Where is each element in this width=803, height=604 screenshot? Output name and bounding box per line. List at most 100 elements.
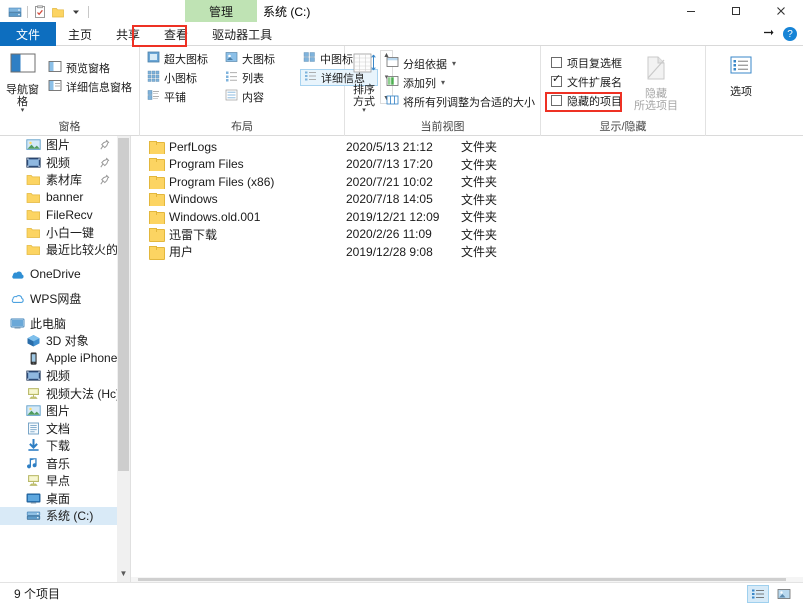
pin-icon[interactable] — [100, 139, 110, 153]
ribbon-group-panes-label: 窗格 — [0, 120, 139, 136]
folder-icon — [149, 176, 163, 188]
pin-icon[interactable] — [100, 157, 110, 171]
properties-icon[interactable] — [31, 3, 49, 20]
customize-qat-caret-icon[interactable] — [67, 3, 85, 20]
table-row[interactable]: Program Files (x86)2020/7/21 10:02文件夹 — [131, 173, 803, 191]
nav-recent-hot[interactable]: 最近比较火的ipl — [0, 241, 118, 259]
details-pane-button[interactable]: 详细信息窗格 — [45, 78, 135, 95]
layout-small-icons[interactable]: 小图标 — [144, 69, 222, 86]
close-button[interactable] — [758, 0, 803, 22]
layout-extra-large-icons[interactable]: 超大图标 — [144, 50, 222, 67]
item-checkboxes-option[interactable]: 项目复选框 — [551, 54, 622, 71]
layout-content[interactable]: 内容 — [222, 88, 300, 105]
help-icon[interactable]: ? — [783, 27, 797, 41]
tab-file[interactable]: 文件 — [0, 22, 56, 46]
table-row[interactable]: Windows.old.0012019/12/21 12:09文件夹 — [131, 208, 803, 226]
preview-pane-button[interactable]: 预览窗格 — [45, 59, 135, 76]
list-icon — [225, 70, 238, 85]
table-row[interactable]: 迅雷下载2020/2/26 11:09文件夹 — [131, 226, 803, 244]
folder-icon — [26, 208, 41, 221]
file-date-cell: 2020/5/13 21:12 — [346, 140, 461, 154]
ribbon-group-options: 选项 — [706, 46, 776, 136]
nav-desktop[interactable]: 桌面 — [0, 490, 118, 508]
drive-icon[interactable] — [6, 3, 24, 20]
navigation-pane-icon — [8, 52, 38, 81]
nav-pictures[interactable]: 图片 — [0, 402, 118, 420]
nav-system-c[interactable]: 系统 (C:) — [0, 507, 118, 525]
layout-large-icons[interactable]: 大图标 — [222, 50, 300, 67]
layout-gallery-col-2: 大图标 列表 内容 — [222, 50, 300, 105]
nav-pictures-quick[interactable]: 图片 — [0, 136, 118, 154]
layout-list[interactable]: 列表 — [222, 69, 300, 86]
maximize-button[interactable] — [713, 0, 758, 22]
group-by-button[interactable]: 分组依据 ▾ — [383, 55, 538, 72]
add-columns-button[interactable]: 添加列 ▾ — [383, 74, 538, 91]
group-by-icon — [386, 56, 399, 71]
nav-material-library[interactable]: 素材库 — [0, 171, 118, 189]
nav-music[interactable]: 音乐 — [0, 455, 118, 473]
nav-filerecv[interactable]: FileRecv — [0, 206, 118, 224]
nav-video-dafa[interactable]: 视频大法 (Hc) — [0, 385, 118, 403]
navigation-pane-caret-icon[interactable]: ▾ — [21, 108, 25, 114]
qat-separator-1 — [27, 6, 28, 18]
nav-banner[interactable]: banner — [0, 189, 118, 207]
nav-apple-iphone[interactable]: Apple iPhone — [0, 350, 118, 368]
table-row[interactable]: 用户2019/12/28 9:08文件夹 — [131, 243, 803, 261]
file-extensions-option[interactable]: 文件扩展名 — [551, 73, 622, 90]
sort-by-caret-icon[interactable]: ▾ — [362, 108, 366, 114]
layout-tiles[interactable]: 平铺 — [144, 88, 222, 105]
group-by-caret-icon[interactable]: ▾ — [452, 59, 456, 68]
nav-this-pc[interactable]: 此电脑 — [0, 315, 118, 333]
hidden-items-option[interactable]: 隐藏的项目 — [551, 92, 622, 109]
nav-wps-cloud[interactable]: WPS网盘 — [0, 290, 118, 308]
tab-share[interactable]: 共享 — [104, 22, 152, 46]
navigation-scroll-down-icon[interactable]: ▼ — [117, 567, 130, 580]
add-columns-caret-icon[interactable]: ▾ — [441, 78, 445, 87]
table-row[interactable]: Program Files2020/7/13 17:20文件夹 — [131, 156, 803, 174]
hide-selected-items-label-line1: 隐藏 — [645, 88, 667, 100]
nav-3d-objects[interactable]: 3D 对象 — [0, 332, 118, 350]
nav-xiaobai[interactable]: 小白一键 — [0, 224, 118, 242]
large-icons-view-button[interactable] — [773, 585, 795, 603]
navigation-tree: 图片视频素材库bannerFileRecv小白一键最近比较火的iplOneDri… — [0, 136, 118, 525]
minimize-button[interactable] — [668, 0, 713, 22]
file-list[interactable]: PerfLogs2020/5/13 21:12文件夹Program Files2… — [131, 136, 803, 582]
details-view-button[interactable] — [747, 585, 769, 603]
options-button[interactable]: 选项 — [717, 52, 765, 98]
contextual-tab-manage[interactable]: 管理 — [185, 0, 257, 22]
folder-icon — [149, 246, 163, 258]
nav-item-label: OneDrive — [30, 267, 81, 281]
size-all-columns-button[interactable]: 将所有列调整为合适的大小 — [383, 93, 538, 110]
nav-item-label: 素材库 — [46, 171, 82, 188]
table-row[interactable]: PerfLogs2020/5/13 21:12文件夹 — [131, 138, 803, 156]
drive-icon — [26, 509, 41, 522]
sort-by-icon — [349, 52, 379, 81]
file-name-cell: Windows.old.001 — [131, 210, 346, 224]
navigation-scrollbar-thumb[interactable] — [118, 138, 129, 471]
tab-home[interactable]: 主页 — [56, 22, 104, 46]
tab-view[interactable]: 查看 — [152, 22, 200, 46]
status-view-buttons — [747, 585, 795, 603]
nav-zaodian[interactable]: 早点 — [0, 472, 118, 490]
item-checkboxes-checkbox-icon[interactable] — [551, 57, 562, 68]
collapse-ribbon-icon[interactable] — [762, 26, 775, 42]
hidden-items-checkbox-icon[interactable] — [551, 95, 562, 106]
nav-documents[interactable]: 文档 — [0, 420, 118, 438]
layout-label: 列表 — [242, 70, 264, 86]
tab-drive-tools[interactable]: 驱动器工具 — [200, 22, 284, 46]
nav-downloads[interactable]: 下载 — [0, 437, 118, 455]
ribbon-tab-strip: 文件 主页 共享 查看 驱动器工具 ? — [0, 22, 803, 46]
nav-videos-quick[interactable]: 视频 — [0, 154, 118, 172]
new-folder-icon[interactable] — [49, 3, 67, 20]
nav-item-label: 图片 — [46, 136, 70, 153]
file-list-hscroll-thumb[interactable] — [138, 578, 786, 581]
nav-onedrive[interactable]: OneDrive — [0, 266, 118, 284]
navigation-pane-button[interactable]: 导航窗格 ▾ — [4, 50, 41, 114]
pin-icon[interactable] — [100, 174, 110, 188]
sort-by-button[interactable]: 排序方式 ▾ — [349, 50, 379, 114]
file-extensions-checkbox-icon[interactable] — [551, 76, 562, 87]
table-row[interactable]: Windows2020/7/18 14:05文件夹 — [131, 191, 803, 209]
pictures-icon — [26, 404, 41, 417]
nav-videos[interactable]: 视频 — [0, 367, 118, 385]
navigation-scrollbar[interactable]: ▼ — [117, 136, 130, 582]
